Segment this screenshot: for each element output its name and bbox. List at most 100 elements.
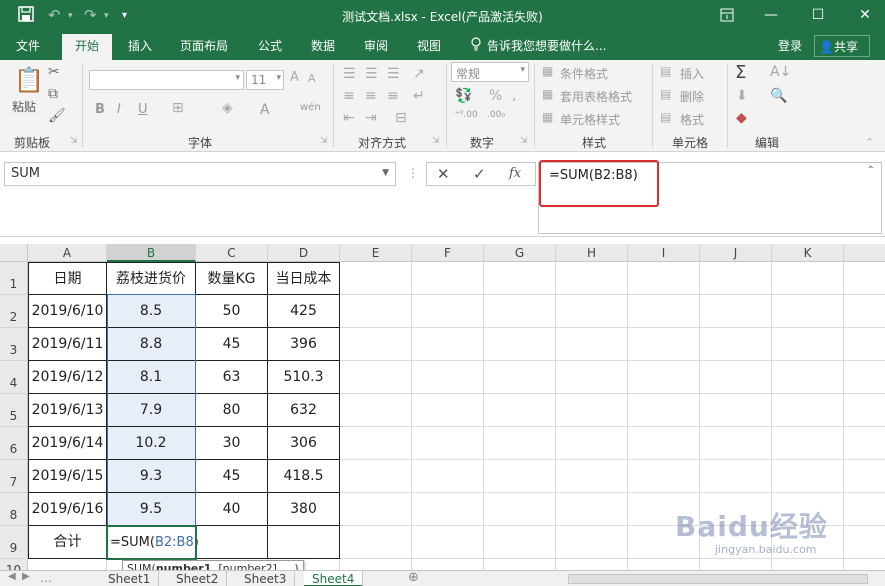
tab-view[interactable]: 视图 <box>417 37 441 54</box>
cell-l2[interactable] <box>844 295 885 328</box>
cell-f4[interactable] <box>412 361 484 394</box>
align-center-icon[interactable]: ≡ <box>365 88 377 104</box>
cell-j7[interactable] <box>700 460 772 493</box>
cell-k2[interactable] <box>772 295 844 328</box>
cell-b5[interactable]: 7.9 <box>107 394 196 427</box>
tab-file[interactable]: 文件 <box>16 37 40 54</box>
cell-j3[interactable] <box>700 328 772 361</box>
align-left-icon[interactable]: ≡ <box>343 88 355 104</box>
cell-g7[interactable] <box>484 460 556 493</box>
tell-me-search[interactable]: 告诉我您想要做什么... <box>487 37 606 54</box>
cell-b1[interactable]: 荔枝进货价 <box>107 262 196 295</box>
increase-indent-icon[interactable]: ⇥ <box>365 110 377 126</box>
cell-d1[interactable]: 当日成本 <box>268 262 340 295</box>
comma-style-icon[interactable]: , <box>512 88 516 104</box>
cell-f8[interactable] <box>412 493 484 526</box>
cell-styles-button[interactable]: 单元格样式 <box>560 111 620 128</box>
row-header-3[interactable]: 3 <box>0 328 28 361</box>
sheet-tab-4[interactable]: Sheet4 <box>304 571 364 586</box>
cell-l10[interactable] <box>844 559 885 570</box>
cell-f7[interactable] <box>412 460 484 493</box>
cell-e9[interactable] <box>340 526 412 559</box>
cancel-icon[interactable]: ✕ <box>437 165 450 183</box>
cell-f10[interactable] <box>412 559 484 570</box>
column-header-k[interactable]: K <box>772 244 844 262</box>
row-header-1[interactable]: 1 <box>0 262 28 295</box>
format-as-table-button[interactable]: 套用表格格式 <box>560 88 632 105</box>
cell-d6[interactable]: 306 <box>268 427 340 460</box>
row-header-8[interactable]: 8 <box>0 493 28 526</box>
cell-c3[interactable]: 45 <box>196 328 268 361</box>
cell-e3[interactable] <box>340 328 412 361</box>
cell-c7[interactable]: 45 <box>196 460 268 493</box>
orientation-icon[interactable]: ↗ <box>413 66 425 82</box>
select-all-corner[interactable] <box>0 244 28 262</box>
fill-color-icon[interactable]: ◈ <box>222 100 233 116</box>
format-painter-icon[interactable]: 🖌 <box>48 108 66 124</box>
find-select-icon[interactable]: 🔍 <box>770 88 787 104</box>
cut-icon[interactable]: ✂ <box>48 64 60 80</box>
cell-l6[interactable] <box>844 427 885 460</box>
cell-g6[interactable] <box>484 427 556 460</box>
cell-h10[interactable] <box>556 559 628 570</box>
row-header-9[interactable]: 9 <box>0 526 28 559</box>
cell-b8[interactable]: 9.5 <box>107 493 196 526</box>
font-color-button[interactable]: A <box>260 102 270 118</box>
tab-insert[interactable]: 插入 <box>128 37 152 54</box>
cell-j10[interactable] <box>700 559 772 570</box>
decrease-indent-icon[interactable]: ⇤ <box>343 110 355 126</box>
decrease-decimal-icon[interactable]: .00₀ <box>487 110 505 120</box>
cell-c9[interactable] <box>196 526 268 559</box>
cell-l4[interactable] <box>844 361 885 394</box>
row-header-4[interactable]: 4 <box>0 361 28 394</box>
sheet-tab-3[interactable]: Sheet3 <box>236 571 296 586</box>
cell-h6[interactable] <box>556 427 628 460</box>
italic-button[interactable]: I <box>117 102 121 117</box>
cell-f1[interactable] <box>412 262 484 295</box>
cell-e6[interactable] <box>340 427 412 460</box>
cell-h9[interactable] <box>556 526 628 559</box>
cell-h4[interactable] <box>556 361 628 394</box>
column-header-i[interactable]: I <box>628 244 700 262</box>
cell-l7[interactable] <box>844 460 885 493</box>
row-header-10[interactable]: 10 <box>0 559 28 570</box>
delete-cells-button[interactable]: 删除 <box>680 88 704 105</box>
tab-formulas[interactable]: 公式 <box>258 37 282 54</box>
cell-d2[interactable]: 425 <box>268 295 340 328</box>
conditional-format-button[interactable]: 条件格式 <box>560 65 608 82</box>
paste-label[interactable]: 粘贴 <box>12 98 36 115</box>
cell-a5[interactable]: 2019/6/13 <box>28 394 107 427</box>
cell-b3[interactable]: 8.8 <box>107 328 196 361</box>
column-header-f[interactable]: F <box>412 244 484 262</box>
column-header-g[interactable]: G <box>484 244 556 262</box>
tab-home[interactable]: 开始 <box>62 34 113 60</box>
column-header-e[interactable]: E <box>340 244 412 262</box>
splitter-handle[interactable]: ⋮ <box>407 166 419 180</box>
clipboard-launcher-icon[interactable]: ⇲ <box>70 136 78 146</box>
insert-cells-button[interactable]: 插入 <box>680 65 704 82</box>
cell-l8[interactable] <box>844 493 885 526</box>
cell-l1[interactable] <box>844 262 885 295</box>
cell-h1[interactable] <box>556 262 628 295</box>
column-header-l[interactable] <box>844 244 885 262</box>
cell-e8[interactable] <box>340 493 412 526</box>
ribbon-display-icon[interactable] <box>712 4 742 26</box>
cell-f6[interactable] <box>412 427 484 460</box>
cell-c2[interactable]: 50 <box>196 295 268 328</box>
row-header-7[interactable]: 7 <box>0 460 28 493</box>
scroll-prev-sheet-icon[interactable]: ◀ <box>8 571 16 582</box>
cell-e5[interactable] <box>340 394 412 427</box>
cell-h2[interactable] <box>556 295 628 328</box>
cell-d7[interactable]: 418.5 <box>268 460 340 493</box>
number-launcher-icon[interactable]: ⇲ <box>520 136 528 146</box>
cell-a8[interactable]: 2019/6/16 <box>28 493 107 526</box>
cell-e7[interactable] <box>340 460 412 493</box>
column-header-a[interactable]: A <box>28 244 107 262</box>
insert-function-icon[interactable]: fx <box>509 166 521 181</box>
cell-f2[interactable] <box>412 295 484 328</box>
collapse-ribbon-icon[interactable]: ⌃ <box>865 136 874 149</box>
cell-l5[interactable] <box>844 394 885 427</box>
cell-b7[interactable]: 9.3 <box>107 460 196 493</box>
cell-g2[interactable] <box>484 295 556 328</box>
align-bottom-icon[interactable]: ☰ <box>387 66 400 82</box>
